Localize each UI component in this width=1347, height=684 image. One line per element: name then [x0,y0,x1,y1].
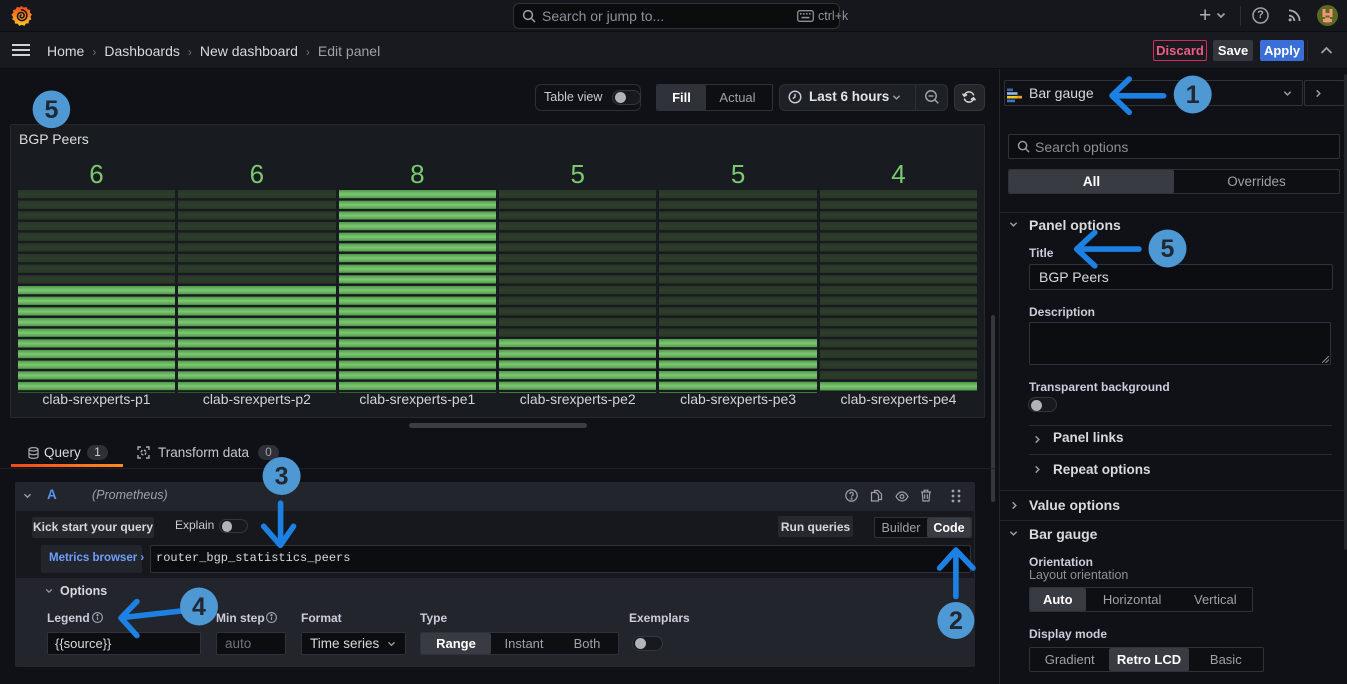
svg-text:3: 3 [275,463,289,491]
svg-text:2: 2 [949,607,963,635]
svg-text:4: 4 [192,593,206,621]
svg-text:5: 5 [1161,235,1175,263]
svg-text:5: 5 [44,96,58,124]
svg-text:1: 1 [1186,81,1200,109]
